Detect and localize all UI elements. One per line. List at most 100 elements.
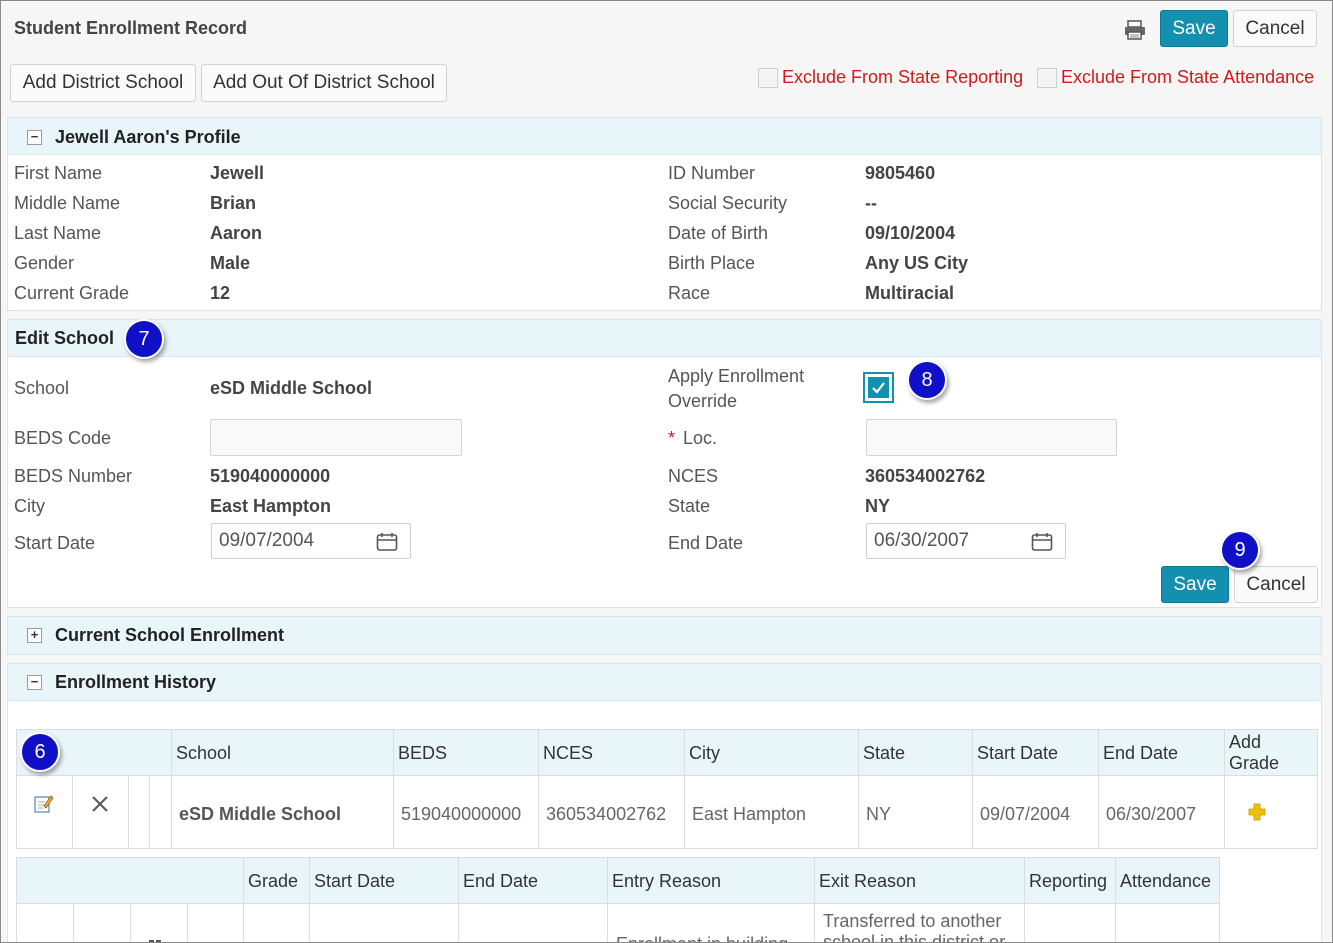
row-school: eSD Middle School [179, 804, 342, 824]
divider [684, 730, 685, 848]
row-start-date: 09/07/2004 [980, 804, 1071, 824]
divider [458, 858, 459, 942]
edit-school-header: Edit School [8, 320, 1321, 357]
history-table: School BEDS NCES City State Start Date E… [16, 729, 1318, 849]
beds-code-label: BEDS Code [14, 428, 112, 448]
loc-label: Loc. [683, 428, 718, 448]
calendar-icon[interactable] [1031, 532, 1053, 552]
row-end-date: 06/30/2007 [1106, 804, 1197, 824]
row-state: NY [866, 804, 892, 824]
add-grade-icon[interactable] [1248, 803, 1266, 821]
profile-title: Jewell Aaron's Profile [55, 127, 241, 147]
enrollment-history-title: Enrollment History [55, 672, 217, 692]
divider [73, 904, 74, 942]
divider [1224, 730, 1225, 848]
column-header-beds[interactable]: BEDS [398, 743, 447, 764]
printer-icon[interactable] [1123, 19, 1147, 41]
profile-panel: − Jewell Aaron's Profile First Name Jewe… [7, 117, 1322, 311]
state-value: NY [865, 496, 891, 516]
edit-school-save-button[interactable]: Save [1161, 566, 1229, 603]
exclude-state-reporting-checkbox[interactable] [758, 68, 778, 88]
callout-badge-8: 8 [907, 360, 947, 400]
edit-icon[interactable] [33, 793, 55, 815]
edit-school-cancel-button[interactable]: Cancel [1234, 566, 1318, 603]
divider [171, 730, 172, 848]
add-out-of-district-school-button[interactable]: Add Out Of District School [201, 64, 447, 102]
expand-icon[interactable]: + [27, 628, 42, 643]
divider [1024, 858, 1025, 942]
profile-value: Multiracial [865, 283, 955, 303]
apply-override-label: Apply Enrollment [668, 366, 805, 386]
profile-value: -- [865, 193, 877, 213]
enrollment-window: Student Enrollment Record Save Cancel Ad… [0, 0, 1333, 943]
column-header-school[interactable]: School [176, 743, 231, 764]
entry-reason: Enrollment in building [616, 934, 788, 942]
grade-column-header[interactable]: Start Date [314, 871, 395, 892]
apply-override-checkbox[interactable] [863, 372, 894, 403]
profile-label: Current Grade [14, 283, 130, 303]
profile-value: 09/10/2004 [865, 223, 956, 243]
row-city: East Hampton [692, 804, 807, 824]
loc-input[interactable] [866, 419, 1117, 456]
collapse-icon[interactable]: − [27, 130, 42, 145]
callout-badge-9: 9 [1220, 530, 1260, 570]
divider [814, 858, 815, 942]
column-header-start-date[interactable]: Start Date [977, 743, 1058, 764]
delete-icon[interactable] [90, 794, 110, 814]
column-header-city[interactable]: City [689, 743, 720, 764]
grade-column-header[interactable]: Entry Reason [612, 871, 721, 892]
profile-label: First Name [14, 163, 103, 183]
profile-value: Aaron [210, 223, 263, 243]
current-enrollment-header: + Current School Enrollment [8, 617, 1321, 654]
check-icon [868, 377, 889, 398]
divider [128, 776, 129, 848]
start-date-label: Start Date [14, 533, 96, 553]
profile-label: Gender [14, 253, 75, 273]
collapse-icon[interactable]: − [27, 675, 42, 690]
city-label: City [14, 496, 45, 516]
end-date-input[interactable]: 06/30/2007 [866, 523, 1066, 559]
divider [243, 858, 244, 942]
profile-label: ID Number [668, 163, 756, 183]
divider [309, 858, 310, 942]
profile-label: Race [668, 283, 711, 303]
start-date-input[interactable]: 09/07/2004 [211, 523, 411, 559]
exclude-state-reporting-label: Exclude From State Reporting [782, 67, 1024, 87]
header-save-button[interactable]: Save [1160, 10, 1228, 47]
grade-column-header[interactable]: Exit Reason [819, 871, 916, 892]
divider [1098, 730, 1099, 848]
school-label: School [14, 378, 70, 398]
divider [130, 904, 131, 942]
grade-column-header[interactable]: Attendance [1120, 871, 1211, 892]
grade-column-header[interactable]: Reporting [1029, 871, 1107, 892]
divider [1115, 858, 1116, 942]
start-date-value: 09/07/2004 [219, 530, 315, 551]
calendar-icon[interactable] [376, 532, 398, 552]
divider [538, 730, 539, 848]
column-header-nces[interactable]: NCES [543, 743, 593, 764]
grid-icon[interactable] [149, 936, 169, 942]
edit-school-panel: Edit School School eSD Middle School App… [7, 319, 1322, 608]
add-district-school-button[interactable]: Add District School [10, 64, 196, 102]
profile-label: Middle Name [14, 193, 121, 213]
column-header-end-date[interactable]: End Date [1103, 743, 1178, 764]
grade-column-header[interactable]: Grade [248, 871, 298, 892]
nces-label: NCES [668, 466, 719, 486]
column-header-state[interactable]: State [863, 743, 905, 764]
exit-reason: school in this district or [823, 932, 1006, 943]
school-value: eSD Middle School [210, 378, 373, 398]
divider [972, 730, 973, 848]
profile-value: Any US City [865, 253, 969, 273]
profile-value: Jewell [210, 163, 265, 183]
page-title: Student Enrollment Record [14, 18, 248, 38]
column-header-add-grade: Add [1229, 732, 1262, 752]
apply-override-label: Override [668, 391, 738, 411]
header-cancel-button[interactable]: Cancel [1233, 10, 1317, 47]
beds-code-input[interactable] [210, 419, 462, 456]
grade-column-header[interactable]: End Date [463, 871, 538, 892]
end-date-value: 06/30/2007 [874, 530, 970, 551]
profile-panel-header: − Jewell Aaron's Profile [8, 118, 1321, 155]
divider [149, 776, 150, 848]
exclude-state-attendance-checkbox[interactable] [1037, 68, 1057, 88]
profile-label: Last Name [14, 223, 102, 243]
